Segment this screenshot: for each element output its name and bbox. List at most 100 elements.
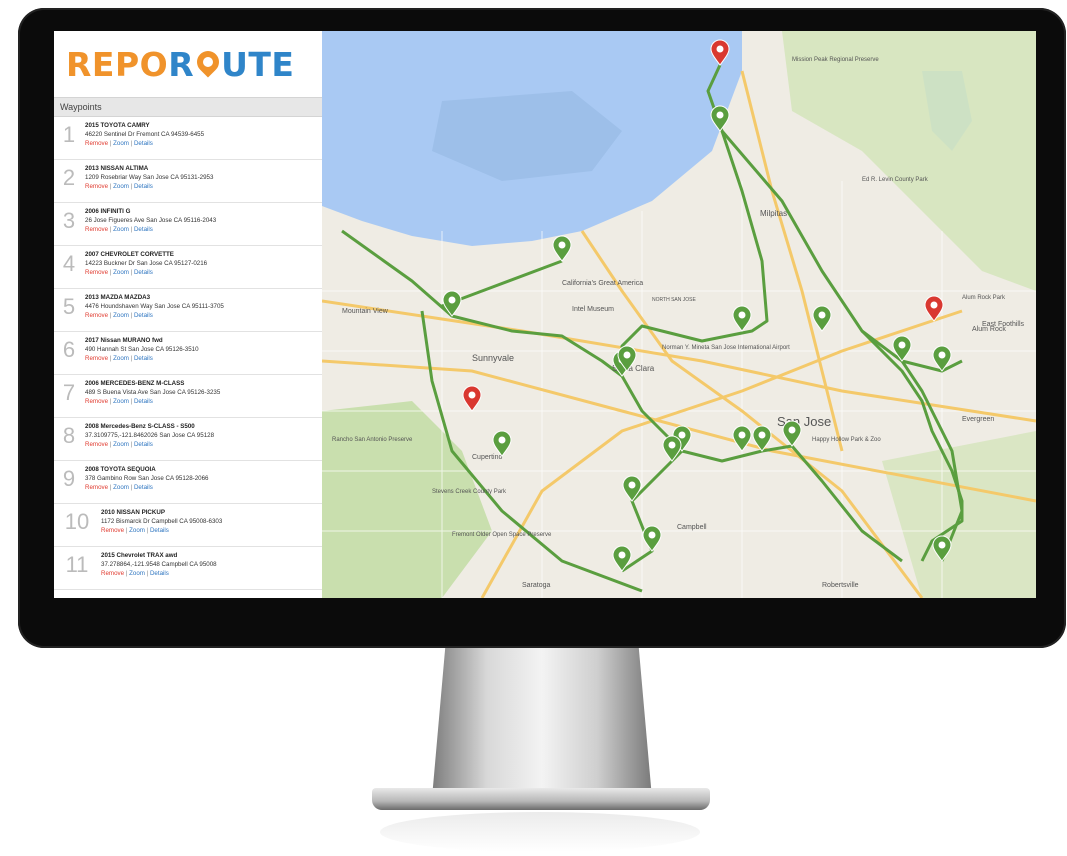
map-label-airport: Norman Y. Mineta San Jose International … bbox=[662, 345, 790, 351]
waypoint-actions: Remove | Zoom | Details bbox=[85, 483, 209, 492]
waypoint-number: 10 bbox=[64, 509, 90, 534]
zoom-link[interactable]: Zoom bbox=[129, 570, 145, 577]
remove-link[interactable]: Remove bbox=[85, 441, 108, 448]
waypoint-address: 46220 Sentinel Dr Fremont CA 94539-6455 bbox=[85, 131, 205, 138]
waypoint-item[interactable]: 9 2008 TOYOTA SEQUOIA 378 Gambino Row San … bbox=[54, 461, 322, 504]
zoom-link[interactable]: Zoom bbox=[113, 140, 129, 147]
map-label-robertsville: Robertsville bbox=[822, 582, 859, 589]
zoom-link[interactable]: Zoom bbox=[113, 441, 129, 448]
remove-link[interactable]: Remove bbox=[85, 269, 108, 276]
waypoint-item[interactable]: 6 2017 Nissan MURANO fwd 490 Hannah St San… bbox=[54, 332, 322, 375]
waypoint-title: 2015 TOYOTA CAMRY bbox=[85, 122, 150, 129]
map-label-great-america: California's Great America bbox=[562, 280, 643, 287]
screen: REPO R UTE Waypoints 1 2015 TOYOTA CAMRY 4… bbox=[54, 31, 1036, 598]
details-link[interactable]: Details bbox=[134, 441, 153, 448]
remove-link[interactable]: Remove bbox=[85, 312, 108, 319]
map-label-mission-peak: Mission Peak Regional Preserve bbox=[792, 57, 879, 63]
waypoint-actions: Remove | Zoom | Details bbox=[85, 397, 220, 406]
waypoint-item[interactable]: 8 2008 Mercedes-Benz S-CLASS - S500 37.310… bbox=[54, 418, 322, 461]
waypoint-address: 14223 Buckner Dr San Jose CA 95127-0216 bbox=[85, 260, 208, 267]
waypoint-title: 2010 NISSAN PICKUP bbox=[101, 509, 165, 516]
waypoint-body: 2008 Mercedes-Benz S-CLASS - S500 37.3109… bbox=[80, 422, 214, 449]
zoom-link[interactable]: Zoom bbox=[113, 484, 129, 491]
waypoint-item[interactable]: 3 2006 INFINITI G 26 Jose Figueres Ave San… bbox=[54, 203, 322, 246]
waypoint-address: 1209 Rosebriar Way San Jose CA 95131-295… bbox=[85, 174, 214, 181]
waypoint-item[interactable]: 1 2015 TOYOTA CAMRY 46220 Sentinel Dr Frem… bbox=[54, 117, 322, 160]
remove-link[interactable]: Remove bbox=[85, 183, 108, 190]
zoom-link[interactable]: Zoom bbox=[113, 355, 129, 362]
waypoint-address: 489 S Buena Vista Ave San Jose CA 95126-… bbox=[85, 389, 221, 396]
details-link[interactable]: Details bbox=[134, 140, 153, 147]
map-label-fremont-older: Fremont Older Open Space Preserve bbox=[452, 532, 552, 538]
sidebar: REPO R UTE Waypoints 1 2015 TOYOTA CAMRY 4… bbox=[54, 31, 323, 598]
map-label-intel-museum: Intel Museum bbox=[572, 306, 614, 313]
details-link[interactable]: Details bbox=[134, 312, 153, 319]
logo-text-part2: R bbox=[168, 44, 195, 84]
logo-pin-icon bbox=[192, 46, 224, 78]
monitor-reflection bbox=[380, 812, 700, 852]
waypoint-body: 2013 NISSAN ALTIMA 1209 Rosebriar Way San… bbox=[80, 164, 213, 191]
waypoint-number: 1 bbox=[62, 122, 76, 147]
map-label-saratoga: Saratoga bbox=[522, 582, 551, 589]
waypoint-address: 4476 Houndshaven Way San Jose CA 95111-3… bbox=[85, 303, 224, 310]
details-link[interactable]: Details bbox=[134, 226, 153, 233]
waypoint-address: 490 Hannah St San Jose CA 95126-3510 bbox=[85, 346, 199, 353]
waypoint-actions: Remove | Zoom | Details bbox=[85, 225, 216, 234]
map-canvas[interactable]: Sunnyvale Mountain View Santa Clara San … bbox=[322, 31, 1036, 598]
waypoint-actions: Remove | Zoom | Details bbox=[85, 268, 207, 277]
map-label-stevens-creek: Stevens Creek County Park bbox=[432, 489, 507, 495]
logo-text-part3: UTE bbox=[221, 44, 295, 84]
waypoint-item[interactable]: 7 2006 MERCEDES-BENZ M-CLASS 489 S Buena V… bbox=[54, 375, 322, 418]
waypoint-address: 37.3109775,-121.8462026 San Jose CA 9512… bbox=[85, 432, 215, 439]
waypoint-number: 9 bbox=[62, 466, 76, 491]
details-link[interactable]: Details bbox=[150, 527, 169, 534]
remove-link[interactable]: Remove bbox=[85, 484, 108, 491]
waypoint-number: 7 bbox=[62, 380, 76, 405]
details-link[interactable]: Details bbox=[134, 398, 153, 405]
waypoint-item[interactable]: 4 2007 CHEVROLET CORVETTE 14223 Buckner Dr… bbox=[54, 246, 322, 289]
waypoint-item[interactable]: 10 2010 NISSAN PICKUP 1172 Bismarck Dr Cam… bbox=[54, 504, 322, 547]
remove-link[interactable]: Remove bbox=[101, 570, 124, 577]
waypoint-item[interactable]: 2 2013 NISSAN ALTIMA 1209 Rosebriar Way Sa… bbox=[54, 160, 322, 203]
remove-link[interactable]: Remove bbox=[85, 226, 108, 233]
remove-link[interactable]: Remove bbox=[85, 140, 108, 147]
waypoint-body: 2008 TOYOTA SEQUOIA 378 Gambino Row San J… bbox=[80, 465, 209, 492]
details-link[interactable]: Details bbox=[150, 570, 169, 577]
waypoint-number: 3 bbox=[62, 208, 76, 233]
map-label-east-foothills: East Foothills bbox=[982, 321, 1025, 328]
zoom-link[interactable]: Zoom bbox=[113, 269, 129, 276]
map-label-sunnyvale: Sunnyvale bbox=[472, 353, 514, 363]
zoom-link[interactable]: Zoom bbox=[113, 226, 129, 233]
details-link[interactable]: Details bbox=[134, 484, 153, 491]
waypoint-title: 2013 NISSAN ALTIMA bbox=[85, 165, 149, 172]
waypoint-body: 2017 Nissan MURANO fwd 490 Hannah St San … bbox=[80, 336, 199, 363]
remove-link[interactable]: Remove bbox=[85, 355, 108, 362]
waypoint-actions: Remove | Zoom | Details bbox=[101, 526, 222, 535]
waypoints-header: Waypoints bbox=[54, 97, 322, 117]
map-label-alum-rock-park: Alum Rock Park bbox=[962, 295, 1006, 301]
map-view[interactable]: Sunnyvale Mountain View Santa Clara San … bbox=[322, 31, 1036, 598]
waypoint-title: 2007 CHEVROLET CORVETTE bbox=[85, 251, 174, 258]
zoom-link[interactable]: Zoom bbox=[113, 398, 129, 405]
details-link[interactable]: Details bbox=[134, 269, 153, 276]
app-logo[interactable]: REPO R UTE bbox=[54, 31, 322, 97]
waypoint-item[interactable]: 5 2013 MAZDA MAZDA3 4476 Houndshaven Way S… bbox=[54, 289, 322, 332]
waypoint-item[interactable]: 11 2015 Chevrolet TRAX awd 37.278864,-121.… bbox=[54, 547, 322, 590]
map-label-rancho: Rancho San Antonio Preserve bbox=[332, 437, 413, 443]
waypoint-number: 2 bbox=[62, 165, 76, 190]
waypoint-list: 1 2015 TOYOTA CAMRY 46220 Sentinel Dr Frem… bbox=[54, 117, 322, 590]
remove-link[interactable]: Remove bbox=[85, 398, 108, 405]
remove-link[interactable]: Remove bbox=[101, 527, 124, 534]
waypoint-number: 5 bbox=[62, 294, 76, 319]
zoom-link[interactable]: Zoom bbox=[113, 312, 129, 319]
details-link[interactable]: Details bbox=[134, 183, 153, 190]
waypoint-title: 2013 MAZDA MAZDA3 bbox=[85, 294, 151, 301]
waypoint-number: 8 bbox=[62, 423, 76, 448]
zoom-link[interactable]: Zoom bbox=[113, 183, 129, 190]
zoom-link[interactable]: Zoom bbox=[129, 527, 145, 534]
waypoint-address: 1172 Bismarck Dr Campbell CA 95008-6303 bbox=[101, 518, 223, 525]
map-label-evergreen: Evergreen bbox=[962, 416, 994, 423]
details-link[interactable]: Details bbox=[134, 355, 153, 362]
map-label-milpitas: Milpitas bbox=[760, 209, 787, 218]
waypoint-address: 37.278864,-121.9548 Campbell CA 95008 bbox=[101, 561, 217, 568]
